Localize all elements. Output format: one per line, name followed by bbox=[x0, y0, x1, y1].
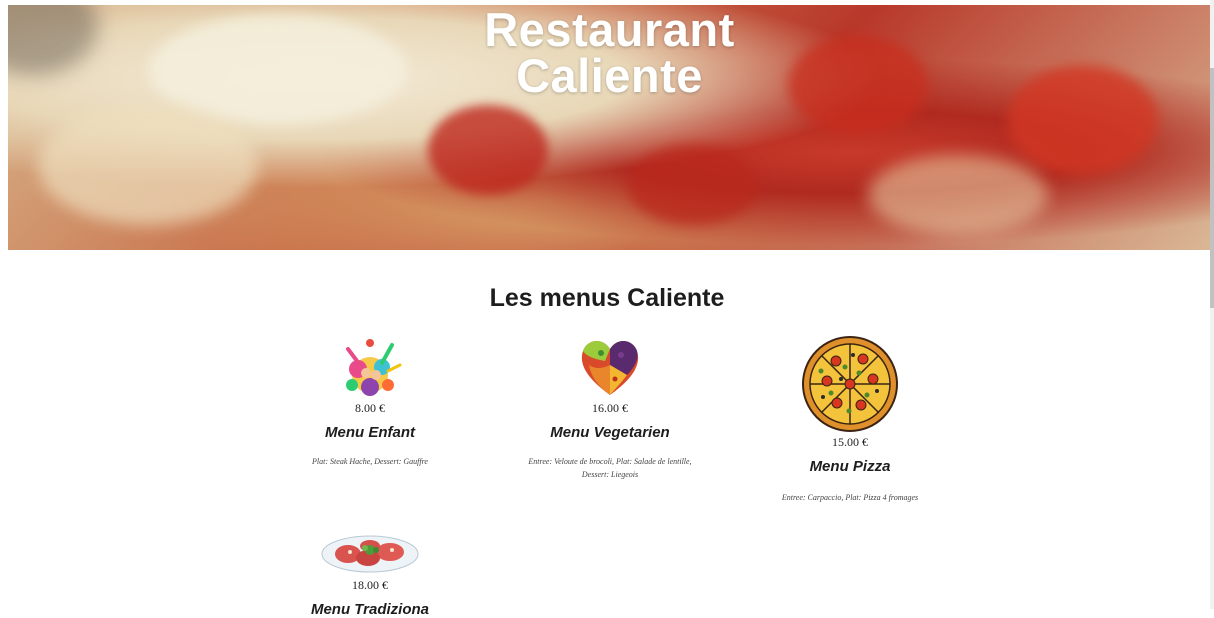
pizza-tomato-patch bbox=[428, 105, 548, 195]
site-title: Restaurant Caliente bbox=[8, 5, 1211, 102]
menu-name[interactable]: Menu Enfant bbox=[290, 424, 450, 441]
menu-price: 15.00 € bbox=[832, 435, 868, 449]
menu-name[interactable]: Menu Pizza bbox=[760, 458, 940, 475]
pizza-cheese-patch bbox=[868, 155, 1048, 235]
menu-description: Entree: Veloute de brocoli, Plat: Salade… bbox=[528, 457, 692, 479]
menu-price: 8.00 € bbox=[355, 401, 385, 415]
pizza-tomato-patch bbox=[628, 145, 758, 225]
paint-splash-kids-image bbox=[346, 339, 402, 396]
menu-name[interactable]: Menu Vegetarien bbox=[510, 424, 710, 441]
menu-card-tradiziona[interactable]: 18.00 € Menu Tradiziona bbox=[290, 528, 450, 618]
menu-description: Entree: Carpaccio, Plat: Pizza 4 fromage… bbox=[781, 493, 919, 502]
site-title-line2: Caliente bbox=[516, 49, 703, 102]
antipasto-plate-image bbox=[321, 535, 419, 573]
menu-price: 16.00 € bbox=[592, 401, 628, 415]
section-title: Les menus Caliente bbox=[489, 284, 725, 312]
hero-banner: Restaurant Caliente bbox=[8, 5, 1211, 250]
scrollbar-thumb[interactable] bbox=[1210, 68, 1214, 308]
menu-card-vegetarien[interactable]: 16.00 € Menu Vegetarien Entree: Veloute … bbox=[510, 335, 710, 481]
menu-price: 18.00 € bbox=[352, 578, 388, 592]
menu-name[interactable]: Menu Tradiziona bbox=[290, 601, 450, 618]
pizza-cheese-patch bbox=[38, 105, 258, 225]
site-title-line1: Restaurant bbox=[484, 5, 735, 56]
vegetable-heart-image bbox=[581, 340, 639, 395]
menu-description: Plat: Steak Hache, Dessert: Gauffre bbox=[312, 457, 428, 466]
menu-card-pizza[interactable]: 15.00 € Menu Pizza Entree: Carpaccio, Pl… bbox=[760, 335, 940, 504]
menu-card-enfant[interactable]: 8.00 € Menu Enfant Plat: Steak Hache, De… bbox=[290, 335, 450, 468]
pizza-image bbox=[802, 336, 898, 432]
